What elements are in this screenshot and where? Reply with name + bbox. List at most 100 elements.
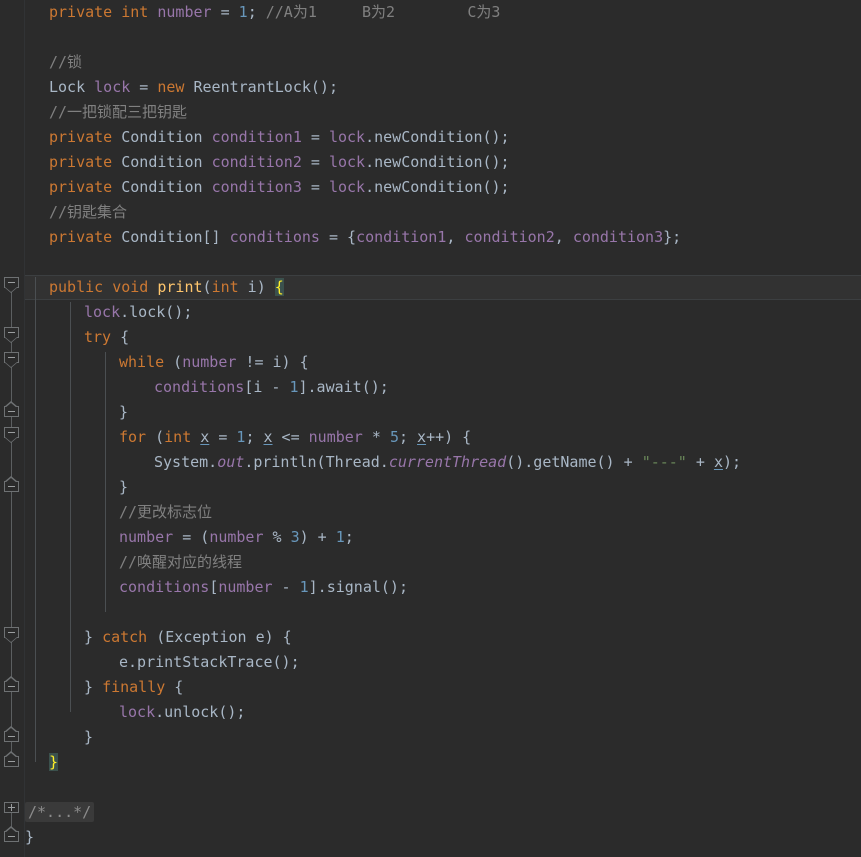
line-number-assignment[interactable]: number = (number % 3) + 1; — [25, 525, 354, 550]
fold-end-for-block-icon[interactable] — [4, 476, 19, 492]
fold-box — [4, 756, 19, 767]
line-finally-clause[interactable]: } finally { — [25, 675, 183, 700]
code-token: = — [211, 3, 239, 21]
code-token: ( — [146, 428, 165, 446]
code-token: lock — [94, 78, 131, 96]
code-token: = — [301, 128, 329, 146]
code-line-text: //唤醒对应的线程 — [119, 553, 242, 571]
code-token: lock — [328, 178, 366, 196]
code-token: ) + — [299, 528, 336, 546]
code-token: number — [157, 3, 212, 21]
code-token: } — [84, 628, 103, 646]
code-token: private — [49, 128, 113, 146]
fold-start-catch-block-icon[interactable] — [4, 627, 19, 643]
code-token: .unlock(); — [155, 703, 246, 721]
line-lock-lock-call[interactable]: lock.lock(); — [25, 300, 192, 325]
line-for-loop[interactable]: for (int x = 1; x <= number * 5; x++) { — [25, 425, 471, 450]
code-token: number — [119, 528, 174, 546]
code-token: print — [157, 278, 203, 296]
code-token: int — [164, 428, 192, 446]
editor-gutter[interactable] — [0, 0, 25, 857]
line-condition1[interactable]: private Condition condition1 = lock.newC… — [25, 125, 510, 150]
code-token: [i — [244, 378, 272, 396]
code-token: condition1 — [211, 128, 302, 146]
code-token: } — [119, 478, 129, 496]
fold-start-for-block-icon[interactable] — [4, 427, 19, 443]
code-token: int — [211, 278, 239, 296]
code-editor[interactable]: private int number = 1; //A为1 B为2 C为3 //锁… — [0, 0, 861, 857]
line-comment-change-flag[interactable]: //更改标志位 — [25, 500, 212, 525]
line-method-close-brace[interactable]: } — [25, 750, 59, 775]
code-text-area[interactable]: private int number = 1; //A为1 B为2 C为3 //锁… — [25, 0, 861, 857]
line-conditions-array[interactable]: private Condition[] conditions = {condit… — [25, 225, 681, 250]
fold-box — [4, 802, 19, 813]
line-await-call[interactable]: conditions[i - 1].await(); — [25, 375, 389, 400]
line-collapsed-comment-fold[interactable]: /*...*/ — [25, 800, 95, 825]
code-line-text: private Condition[] conditions = {condit… — [49, 228, 681, 246]
code-token: ; — [344, 528, 354, 546]
code-token: private — [49, 178, 113, 196]
fold-start-while-block-icon[interactable] — [4, 352, 19, 368]
indent-guide — [70, 302, 71, 712]
code-token: }; — [663, 228, 682, 246]
code-token: { — [274, 278, 284, 296]
code-line-text: private Condition condition1 = lock.newC… — [49, 128, 510, 146]
line-lock-unlock-call[interactable]: lock.unlock(); — [25, 700, 245, 725]
line-condition3[interactable]: private Condition condition3 = lock.newC… — [25, 175, 510, 200]
code-token: = { — [319, 228, 357, 246]
line-comment-one-lock-three-keys[interactable]: //一把锁配三把钥匙 — [25, 100, 187, 125]
code-token: } — [84, 678, 103, 696]
line-try-open[interactable]: try { — [25, 325, 129, 350]
line-while-close[interactable]: } — [25, 400, 128, 425]
code-token: ; — [245, 428, 264, 446]
fold-end-while-block-icon[interactable] — [4, 401, 19, 417]
fold-end-class-body-icon[interactable] — [4, 826, 19, 842]
code-token: x — [263, 428, 273, 446]
code-line-text: } — [25, 828, 34, 846]
code-token: { — [111, 328, 130, 346]
code-token: .newCondition(); — [365, 178, 510, 196]
code-token: ; — [398, 428, 418, 446]
code-line-text: //锁 — [49, 53, 82, 71]
fold-end-catch-block-icon[interactable] — [4, 676, 19, 692]
fold-collapsed-block-comment-icon[interactable] — [4, 802, 19, 817]
code-token: i) — [238, 278, 275, 296]
code-token: x — [200, 428, 210, 446]
code-token: } — [49, 753, 59, 771]
code-line-text: public void print(int i) { — [49, 278, 284, 296]
code-token: , — [554, 228, 573, 246]
line-signal-call[interactable]: conditions[number - 1].signal(); — [25, 575, 408, 600]
code-token: lock — [119, 703, 156, 721]
code-token: = — [301, 153, 329, 171]
line-while-condition[interactable]: while (number != i) { — [25, 350, 309, 375]
code-token: new — [157, 78, 185, 96]
line-comment-lock[interactable]: //锁 — [25, 50, 82, 75]
code-token: ].await(); — [298, 378, 389, 396]
code-token: , — [446, 228, 465, 246]
code-line-text: } catch (Exception e) { — [84, 628, 292, 646]
fold-start-try-block-icon[interactable] — [4, 327, 19, 343]
line-field-number[interactable]: private int number = 1; //A为1 B为2 C为3 — [25, 0, 500, 25]
line-condition2[interactable]: private Condition condition2 = lock.newC… — [25, 150, 510, 175]
line-comment-wake-thread[interactable]: //唤醒对应的线程 — [25, 550, 242, 575]
fold-arrow-tip — [4, 286, 18, 293]
code-token: "---" — [641, 453, 687, 471]
code-token: out — [217, 453, 245, 471]
line-print-stack-trace[interactable]: e.printStackTrace(); — [25, 650, 300, 675]
code-token: 3 — [290, 528, 300, 546]
line-lock-declaration[interactable]: Lock lock = new ReentrantLock(); — [25, 75, 338, 100]
fold-end-print-method-icon[interactable] — [4, 751, 19, 767]
fold-end-finally-block-icon[interactable] — [4, 726, 19, 742]
line-println-call[interactable]: System.out.println(Thread.currentThread(… — [25, 450, 741, 475]
line-catch-clause[interactable]: } catch (Exception e) { — [25, 625, 292, 650]
line-comment-key-set[interactable]: //钥匙集合 — [25, 200, 127, 225]
code-token: number — [218, 578, 273, 596]
fold-start-print-method-icon[interactable] — [4, 277, 19, 293]
line-print-method-signature[interactable]: public void print(int i) { — [25, 275, 284, 300]
code-token: ().getName() + — [506, 453, 642, 471]
line-class-close-brace[interactable]: } — [25, 825, 34, 850]
line-for-close[interactable]: } — [25, 475, 128, 500]
code-token: 1 — [289, 378, 299, 396]
code-line-text: //更改标志位 — [119, 503, 212, 521]
